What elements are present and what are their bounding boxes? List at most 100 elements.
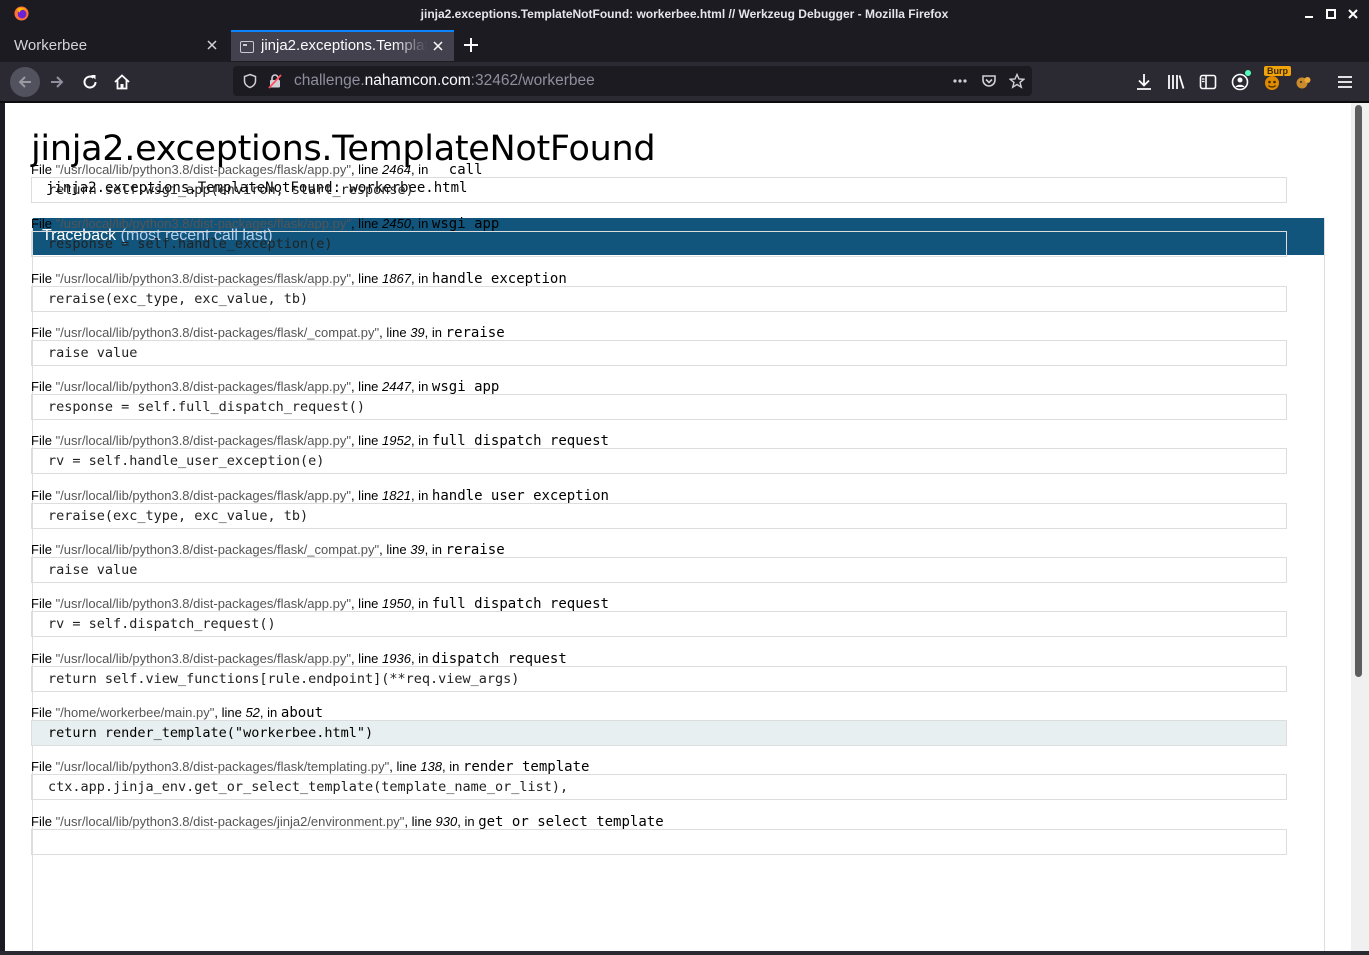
frame-filename[interactable]: "/usr/local/lib/python3.8/dist-packages/… — [56, 433, 351, 448]
url-bar[interactable]: challenge.nahamcon.com:32462/workerbee — [233, 66, 1032, 96]
frame-source-line[interactable]: reraise(exc_type, exc_value, tb) — [31, 502, 1287, 529]
frame-function-name: handle_user_exception — [431, 487, 609, 504]
pocket-icon[interactable] — [981, 73, 997, 89]
frame-source-line[interactable] — [31, 828, 1287, 855]
frame-filename[interactable]: "/usr/local/lib/python3.8/dist-packages/… — [56, 759, 390, 774]
frame-location: File "/usr/local/lib/python3.8/dist-pack… — [31, 158, 1287, 178]
frame-source-line[interactable]: response = self.handle_exception(e) — [31, 231, 1287, 258]
frame-line-number: 2450 — [382, 216, 411, 232]
shield-icon[interactable] — [242, 73, 258, 89]
page-scrollbar[interactable] — [1351, 103, 1369, 951]
frame-filename[interactable]: "/home/workerbee/main.py" — [56, 705, 215, 720]
frame-filename[interactable]: "/usr/local/lib/python3.8/dist-packages/… — [56, 542, 380, 557]
frame-filename[interactable]: "/usr/local/lib/python3.8/dist-packages/… — [56, 162, 351, 177]
frame-source-line[interactable]: rv = self.dispatch_request() — [31, 611, 1287, 638]
extension-puzzle-icon[interactable] — [1294, 72, 1314, 92]
frame-function-name: render_template — [463, 759, 590, 776]
frame-filename[interactable]: "/usr/local/lib/python3.8/dist-packages/… — [56, 325, 380, 340]
frame-file-prefix: File — [31, 433, 56, 449]
frame-location: File "/usr/local/lib/python3.8/dist-pack… — [31, 321, 1287, 341]
frame-line-number: 1821 — [382, 487, 411, 503]
frame-filename[interactable]: "/usr/local/lib/python3.8/dist-packages/… — [56, 596, 351, 611]
new-tab-plus-icon[interactable] — [461, 36, 481, 54]
url-host: nahamcon.com — [364, 72, 471, 89]
url-text[interactable]: challenge.nahamcon.com:32462/workerbee — [294, 72, 595, 90]
traceback-frame: File "/usr/local/lib/python3.8/dist-pack… — [31, 267, 1287, 321]
traceback-frame: File "/home/workerbee/main.py", line 52,… — [31, 701, 1287, 755]
frame-filename[interactable]: "/usr/local/lib/python3.8/dist-packages/… — [56, 271, 351, 286]
minimize-icon[interactable] — [1302, 7, 1316, 21]
arrow-right-icon — [51, 76, 64, 88]
account-status-dot — [1245, 70, 1251, 76]
frame-file-prefix: File — [31, 596, 56, 612]
frame-line-number: 52 — [245, 704, 260, 720]
frame-filename[interactable]: "/usr/local/lib/python3.8/dist-packages/… — [56, 379, 351, 394]
window-bottom-edge — [0, 951, 1369, 955]
downloads-icon[interactable] — [1134, 72, 1154, 92]
tab-close-icon[interactable] — [430, 38, 446, 54]
hamburger-menu-icon[interactable] — [1335, 72, 1355, 92]
frame-source-line[interactable]: raise value — [31, 557, 1287, 584]
frame-source-line[interactable]: response = self.full_dispatch_request() — [31, 394, 1287, 421]
frame-line-prefix: , line — [350, 270, 383, 286]
navigation-toolbar: challenge.nahamcon.com:32462/workerbee — [0, 62, 1369, 102]
maximize-icon[interactable] — [1324, 7, 1338, 21]
frame-file-prefix: File — [31, 704, 56, 720]
frame-filename[interactable]: "/usr/local/lib/python3.8/dist-packages/… — [56, 651, 351, 666]
frame-line-prefix: , line — [350, 650, 383, 666]
frame-line-prefix: , line — [379, 542, 411, 558]
reload-button[interactable] — [75, 67, 105, 97]
sidebar-icon[interactable] — [1198, 72, 1218, 92]
frame-source-line[interactable]: reraise(exc_type, exc_value, tb) — [31, 285, 1287, 312]
frame-source-line[interactable]: return self.view_functions[rule.endpoint… — [31, 665, 1287, 692]
frame-line-number: 1936 — [382, 650, 411, 666]
page-actions-more-icon[interactable] — [952, 73, 968, 89]
frame-function-name: get_or_select_template — [478, 813, 664, 830]
bookmark-star-icon[interactable] — [1009, 73, 1025, 89]
traceback-frame: File "/usr/local/lib/python3.8/dist-pack… — [31, 321, 1287, 375]
frame-file-prefix: File — [31, 487, 56, 503]
traceback-frame: File "/usr/local/lib/python3.8/dist-pack… — [31, 375, 1287, 429]
frame-source-line[interactable]: raise value — [31, 339, 1287, 366]
window-title: jinja2.exceptions.TemplateNotFound: work… — [420, 7, 949, 21]
frame-source-line[interactable]: rv = self.handle_user_exception(e) — [31, 448, 1287, 475]
insecure-lock-icon[interactable] — [267, 73, 283, 89]
traceback-frame: File "/usr/local/lib/python3.8/dist-pack… — [31, 429, 1287, 483]
library-icon[interactable] — [1166, 72, 1186, 92]
frame-source-line[interactable]: ctx.app.jinja_env.get_or_select_template… — [31, 774, 1287, 801]
tab-close-icon[interactable] — [204, 37, 220, 53]
traceback-frame: File "/usr/local/lib/python3.8/dist-pack… — [31, 647, 1287, 701]
frame-in-prefix: , in — [410, 650, 432, 666]
frame-line-number: 1950 — [382, 596, 411, 612]
traceback-frame: File "/usr/local/lib/python3.8/dist-pack… — [31, 212, 1287, 266]
frame-source-line[interactable]: return self.wsgi_app(environ, start_resp… — [31, 177, 1287, 203]
reload-icon — [83, 75, 97, 89]
frame-in-prefix: , in — [457, 813, 479, 829]
frame-in-prefix: , in — [424, 324, 446, 340]
frame-file-prefix: File — [31, 270, 56, 286]
frame-location: File "/usr/local/lib/python3.8/dist-pack… — [31, 267, 1287, 287]
frame-filename[interactable]: "/usr/local/lib/python3.8/dist-packages/… — [56, 488, 351, 503]
frame-line-number: 1952 — [382, 433, 411, 449]
frame-filename[interactable]: "/usr/local/lib/python3.8/dist-packages/… — [56, 814, 405, 829]
home-button[interactable] — [107, 67, 137, 97]
frame-filename[interactable]: "/usr/local/lib/python3.8/dist-packages/… — [56, 216, 351, 231]
frame-location: File "/usr/local/lib/python3.8/dist-pack… — [31, 647, 1287, 667]
frame-line-prefix: , line — [389, 759, 421, 775]
traceback-frame: File "/usr/local/lib/python3.8/dist-pack… — [31, 592, 1287, 646]
close-window-icon[interactable] — [1346, 7, 1360, 21]
tab-traceback[interactable]: jinja2.exceptions.TemplateNotFound — [231, 30, 454, 61]
frame-source-line[interactable]: return render_template("workerbee.html") — [31, 719, 1287, 746]
frame-line-prefix: , line — [350, 487, 383, 503]
burp-badge: Burp — [1264, 66, 1291, 76]
back-button[interactable] — [10, 67, 40, 97]
forward-button[interactable] — [42, 67, 72, 97]
frame-line-prefix: , line — [350, 379, 383, 395]
frame-in-prefix: , in — [259, 704, 281, 720]
tab-workerbee[interactable]: Workerbee — [0, 30, 229, 61]
scrollbar-thumb[interactable] — [1355, 105, 1362, 677]
home-icon — [114, 74, 130, 90]
frame-file-prefix: File — [31, 216, 56, 232]
traceback-frame: File "/usr/local/lib/python3.8/dist-pack… — [31, 538, 1287, 592]
frame-in-prefix: , in — [410, 270, 432, 286]
